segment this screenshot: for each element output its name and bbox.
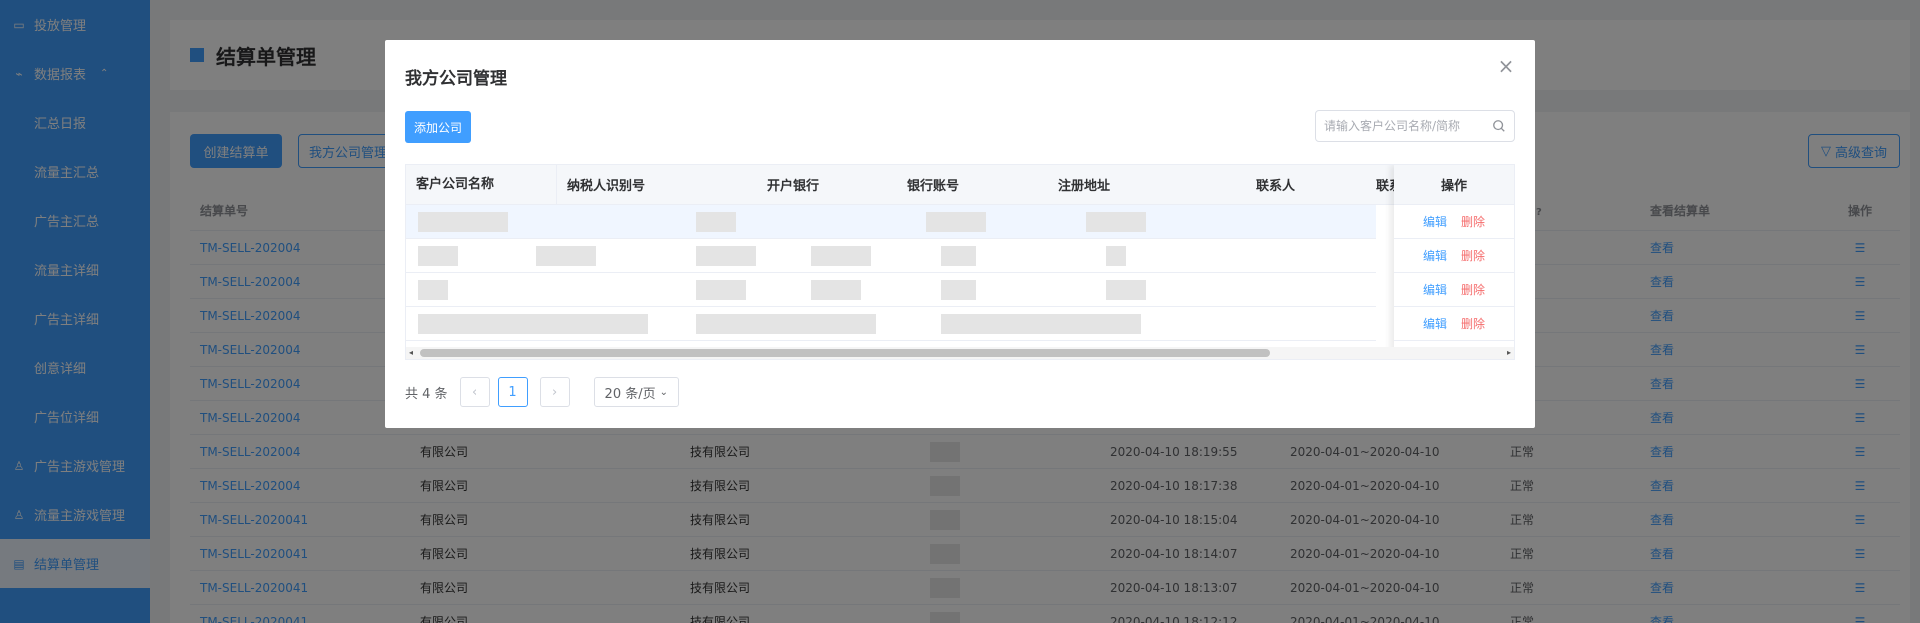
- redacted-cell: [536, 246, 596, 266]
- col-header: 开户银行: [767, 179, 820, 194]
- col-header: 客户公司名称: [406, 165, 557, 205]
- delete-link[interactable]: 删除: [1461, 247, 1485, 264]
- redacted-cell: [418, 314, 648, 334]
- table-row: [406, 273, 1376, 307]
- chevron-left-icon: ‹: [471, 384, 478, 400]
- delete-link[interactable]: 删除: [1461, 213, 1485, 230]
- page-size-select[interactable]: 20 条/页 ⌄: [593, 377, 679, 407]
- company-search-input[interactable]: [1316, 111, 1486, 141]
- redacted-cell: [696, 314, 876, 334]
- dialog-title: 我方公司管理: [405, 69, 507, 89]
- redacted-cell: [696, 246, 756, 266]
- chevron-down-icon: ⌄: [659, 386, 668, 398]
- table-row: [406, 205, 1376, 239]
- next-page-button[interactable]: ›: [539, 377, 570, 407]
- redacted-cell: [1106, 246, 1126, 266]
- edit-link[interactable]: 编辑: [1423, 213, 1447, 230]
- company-search: [1315, 110, 1515, 142]
- redacted-cell: [926, 212, 986, 232]
- operations-header: 操作: [1394, 165, 1514, 205]
- close-icon[interactable]: ×: [1495, 54, 1517, 78]
- search-icon[interactable]: [1492, 119, 1506, 133]
- redacted-cell: [941, 314, 1141, 334]
- horizontal-scrollbar[interactable]: ◂ ▸: [406, 347, 1514, 359]
- delete-link[interactable]: 删除: [1461, 281, 1485, 298]
- operations-row: 编辑 删除: [1394, 205, 1514, 239]
- edit-link[interactable]: 编辑: [1423, 247, 1447, 264]
- operations-row: 编辑 删除: [1394, 239, 1514, 273]
- redacted-cell: [696, 280, 746, 300]
- scroll-right-icon[interactable]: ▸: [1507, 347, 1511, 359]
- add-company-button[interactable]: 添加公司: [405, 111, 471, 143]
- scroll-left-icon[interactable]: ◂: [409, 347, 413, 359]
- col-header: 银行账号: [907, 179, 960, 194]
- redacted-cell: [941, 280, 976, 300]
- company-table-header: 客户公司名称 纳税人识别号 开户银行 银行账号 注册地址 联系人 联系: [406, 165, 1514, 205]
- operations-row: 编辑 删除: [1394, 273, 1514, 307]
- redacted-cell: [811, 246, 871, 266]
- page-number-button[interactable]: 1: [497, 377, 528, 407]
- table-row: [406, 307, 1376, 341]
- table-row: [406, 239, 1376, 273]
- scrollbar-thumb[interactable]: [420, 349, 1270, 357]
- edit-link[interactable]: 编辑: [1423, 315, 1447, 332]
- operations-row: 编辑 删除: [1394, 307, 1514, 341]
- pagination-total: 共 4 条: [405, 386, 448, 402]
- redacted-cell: [941, 246, 976, 266]
- edit-link[interactable]: 编辑: [1423, 281, 1447, 298]
- col-header: 联系人: [1256, 179, 1296, 194]
- delete-link[interactable]: 删除: [1461, 315, 1485, 332]
- company-management-dialog: 我方公司管理 × 添加公司 客户公司名称 纳税人识别号 开户银行 银行账号 注册…: [385, 40, 1535, 428]
- redacted-cell: [1086, 212, 1146, 232]
- col-header: 纳税人识别号: [567, 179, 646, 194]
- col-header: 注册地址: [1058, 179, 1111, 194]
- redacted-cell: [811, 280, 861, 300]
- pagination: 共 4 条 ‹ 1 › 20 条/页 ⌄: [405, 377, 679, 407]
- redacted-cell: [696, 212, 736, 232]
- redacted-cell: [418, 280, 448, 300]
- page-size-value: 20 条/页: [604, 386, 656, 402]
- company-table: 客户公司名称 纳税人识别号 开户银行 银行账号 注册地址 联系人 联系 操作 编…: [405, 164, 1515, 360]
- redacted-cell: [418, 246, 458, 266]
- operations-column: 操作 编辑 删除 编辑 删除 编辑 删除 编辑 删除: [1394, 165, 1514, 359]
- chevron-right-icon: ›: [551, 384, 558, 400]
- redacted-cell: [418, 212, 508, 232]
- redacted-cell: [1106, 280, 1146, 300]
- prev-page-button[interactable]: ‹: [459, 377, 490, 407]
